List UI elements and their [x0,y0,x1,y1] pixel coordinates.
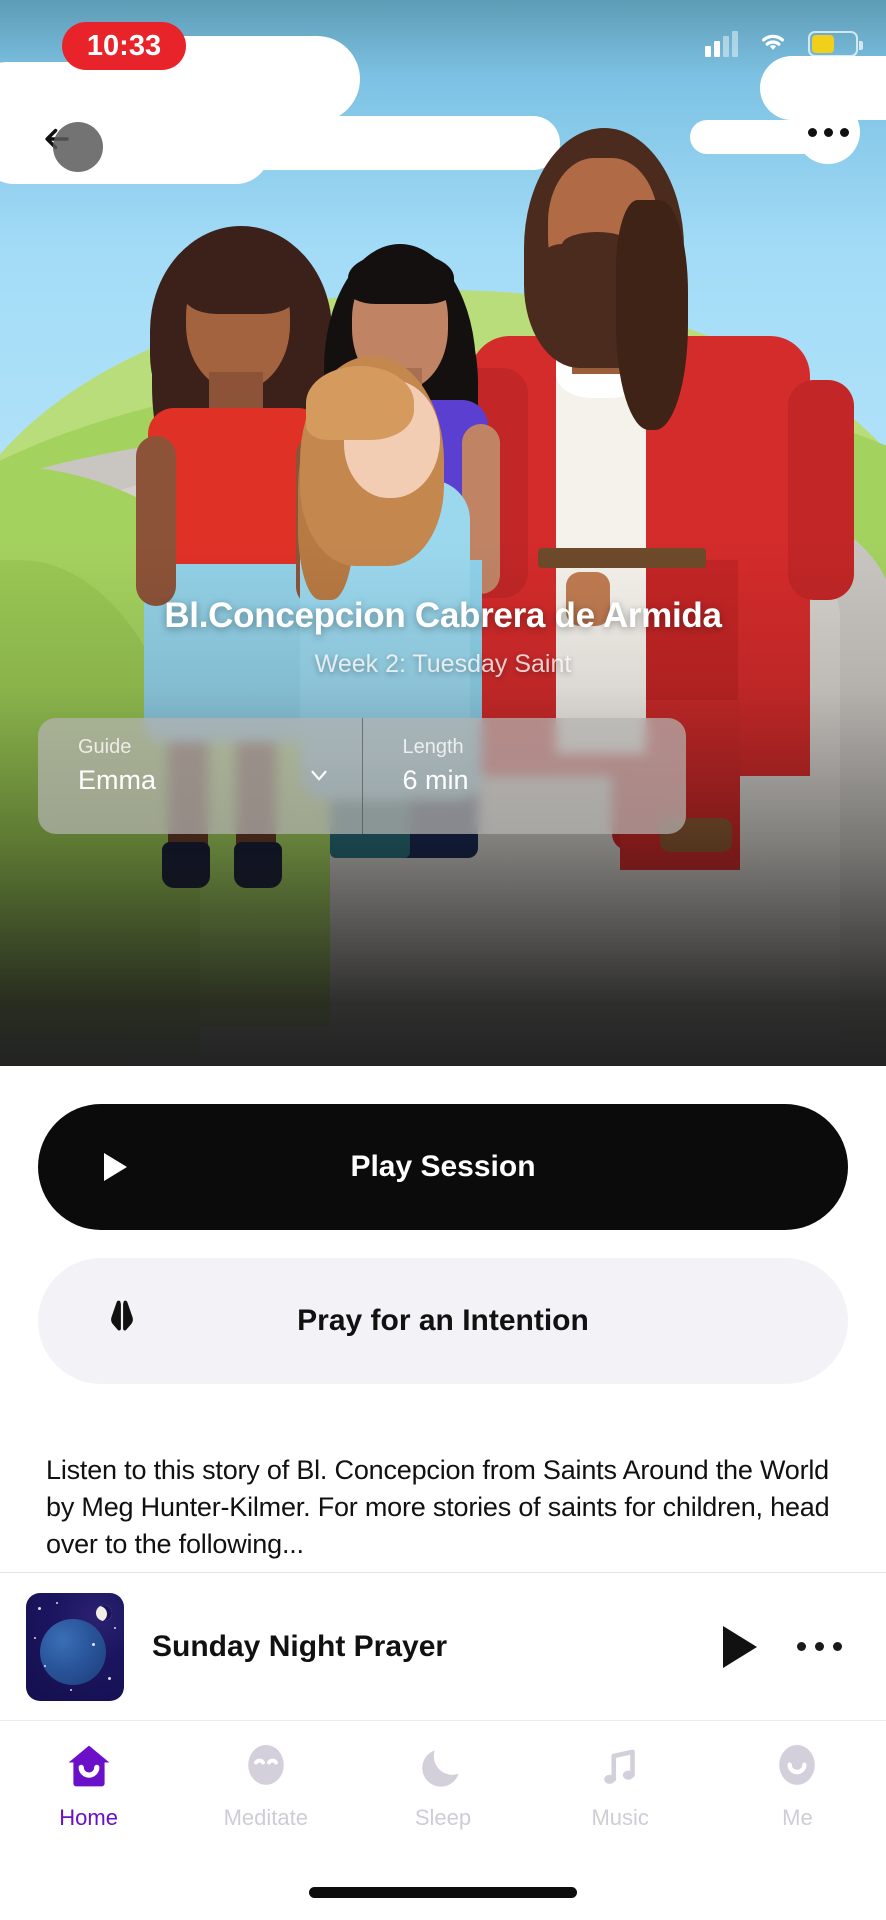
crescent-moon-icon [96,1604,112,1621]
session-description: Listen to this story of Bl. Concepcion f… [46,1455,830,1559]
mouse-cursor [53,122,103,172]
hero-more-button[interactable] [796,100,860,164]
tab-sleep[interactable]: Sleep [354,1737,531,1831]
chevron-down-icon [306,762,332,793]
guide-label: Guide [78,736,132,758]
cellular-signal-icon [705,30,738,57]
battery-low-power-icon [808,30,863,57]
crescent-moon-icon [414,1737,472,1795]
mini-player-play-button[interactable] [723,1625,757,1668]
play-session-label: Play Session [350,1150,536,1183]
tab-me[interactable]: Me [709,1737,886,1831]
home-indicator-bar [309,1887,577,1898]
page-subtitle: Week 2: Tuesday Saint [314,650,572,678]
home-house-smile-icon [60,1737,118,1795]
mini-player[interactable]: Sunday Night Prayer [0,1572,886,1720]
hero-banner: Bl.Concepcion Cabrera de Armida Week 2: … [0,0,886,1066]
tab-music[interactable]: Music [532,1737,709,1831]
more-dot-icon [833,1642,842,1651]
tab-music-label: Music [591,1805,649,1830]
guide-selector[interactable]: Guide Emma [38,718,362,834]
length-label: Length [402,736,464,758]
tab-sleep-label: Sleep [414,1805,472,1830]
play-session-button[interactable]: Play Session [38,1104,848,1230]
mini-player-more-button[interactable] [797,1642,842,1651]
session-options-bar: Guide Emma Length 6 min [38,718,686,834]
length-display: Length 6 min [361,718,687,834]
tab-home-label: Home [59,1805,118,1830]
tab-meditate-label: Meditate [223,1805,308,1830]
status-time-pill: 10:33 [62,22,186,70]
meditate-face-icon [237,1737,295,1795]
length-value: 6 min [402,765,469,795]
wifi-icon [756,28,790,59]
more-dot-icon [815,1642,824,1651]
music-note-icon [591,1737,649,1795]
cloud-shape [220,116,560,170]
pray-intention-label: Pray for an Intention [297,1304,589,1337]
planet-icon [40,1618,106,1685]
praying-hands-icon [100,1295,144,1347]
page-title: Bl.Concepcion Cabrera de Armida [164,596,722,635]
tab-me-label: Me [782,1805,813,1830]
profile-face-icon [768,1737,826,1795]
tab-meditate[interactable]: Meditate [177,1737,354,1831]
play-triangle-icon [104,1153,127,1181]
mini-player-thumbnail [26,1592,124,1701]
tab-home[interactable]: Home [0,1737,177,1831]
bottom-tab-bar: Home Meditate Sleep Music Me [0,1720,886,1860]
more-dot-icon [839,127,849,137]
more-dot-icon [807,127,817,137]
mini-player-title: Sunday Night Prayer [152,1629,448,1663]
more-dot-icon [823,127,833,137]
status-indicators [705,28,863,59]
pray-intention-button[interactable]: Pray for an Intention [38,1258,848,1384]
status-time: 10:33 [86,29,162,62]
more-dot-icon [797,1642,806,1651]
